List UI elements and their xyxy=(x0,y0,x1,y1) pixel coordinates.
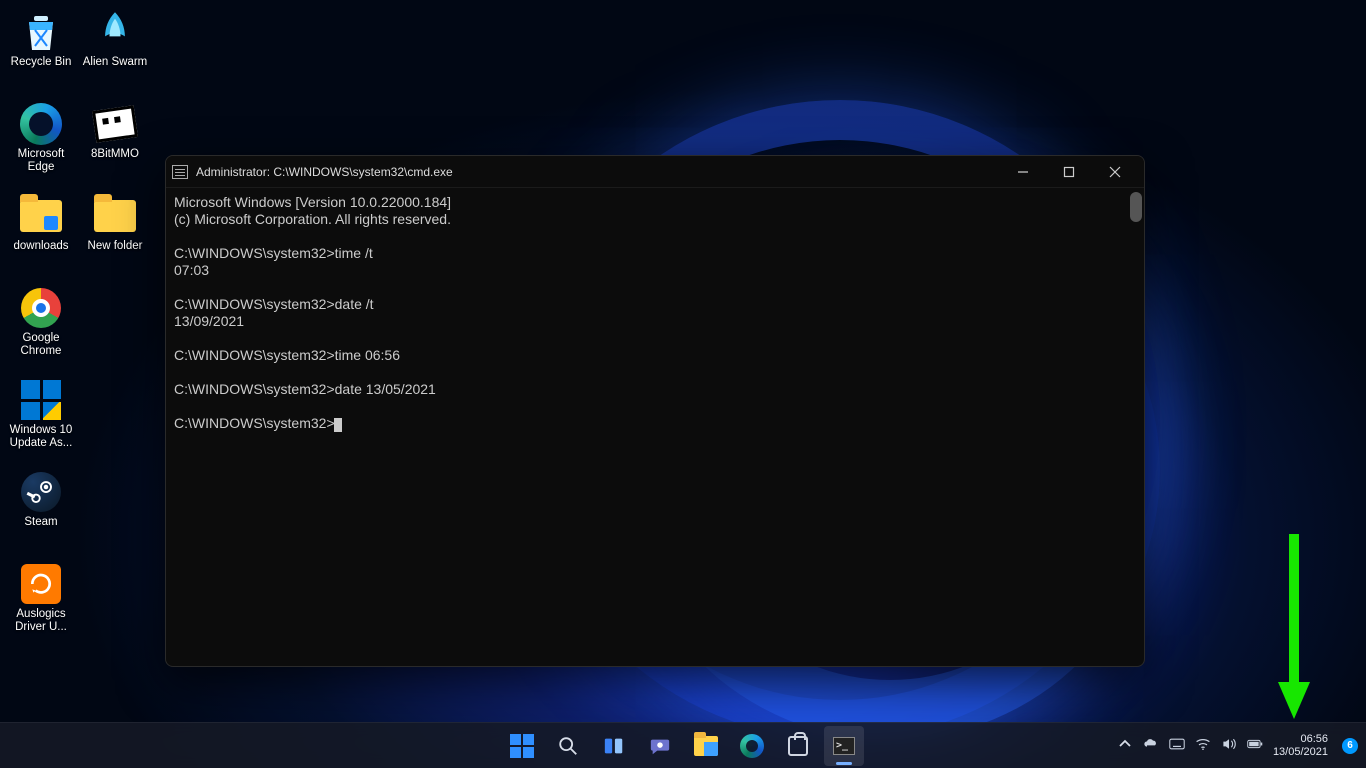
desktop-icon-windows-update-assistant[interactable]: Windows 10 Update As... xyxy=(4,372,78,464)
search-button[interactable] xyxy=(548,726,588,766)
tray-onedrive-button[interactable] xyxy=(1143,736,1159,755)
microsoft-store-button[interactable] xyxy=(778,726,818,766)
command-prompt-taskbar-button[interactable] xyxy=(824,726,864,766)
windows-logo-icon xyxy=(510,734,534,758)
desktop: Recycle Bin Microsoft Edge downloads Goo… xyxy=(0,0,156,652)
folder-icon xyxy=(93,194,137,238)
folder-icon xyxy=(19,194,63,238)
notification-badge[interactable]: 6 xyxy=(1342,738,1358,754)
file-explorer-icon xyxy=(694,736,718,756)
taskbar-right: 06:56 13/05/2021 6 xyxy=(1117,733,1358,759)
alien-swarm-icon xyxy=(93,10,137,54)
annotation-arrow xyxy=(1274,534,1314,724)
desktop-icon-label: Steam xyxy=(24,516,57,529)
desktop-icon-label: Recycle Bin xyxy=(11,56,72,69)
taskbar-center xyxy=(502,726,864,766)
desktop-icon-recycle-bin[interactable]: Recycle Bin xyxy=(4,4,78,96)
clock-date: 13/05/2021 xyxy=(1273,746,1328,759)
desktop-icon-steam[interactable]: Steam xyxy=(4,464,78,556)
command-prompt-window[interactable]: Administrator: C:\WINDOWS\system32\cmd.e… xyxy=(165,155,1145,667)
window-title: Administrator: C:\WINDOWS\system32\cmd.e… xyxy=(196,165,1000,179)
taskbar-clock[interactable]: 06:56 13/05/2021 xyxy=(1273,733,1332,759)
taskbar: 06:56 13/05/2021 6 xyxy=(0,722,1366,768)
chevron-up-icon xyxy=(1117,736,1133,752)
chrome-icon xyxy=(19,286,63,330)
tray-chevron-button[interactable] xyxy=(1117,736,1133,755)
battery-icon xyxy=(1247,736,1263,752)
8bitmmo-icon xyxy=(93,102,137,146)
file-explorer-button[interactable] xyxy=(686,726,726,766)
volume-icon xyxy=(1221,736,1237,752)
desktop-icon-downloads[interactable]: downloads xyxy=(4,188,78,280)
chat-icon xyxy=(649,735,671,757)
clock-time: 06:56 xyxy=(1300,733,1328,746)
maximize-button[interactable] xyxy=(1046,156,1092,188)
edge-button[interactable] xyxy=(732,726,772,766)
terminal-cursor xyxy=(334,418,342,432)
desktop-icon-new-folder[interactable]: New folder xyxy=(78,188,152,280)
desktop-icon-google-chrome[interactable]: Google Chrome xyxy=(4,280,78,372)
tray-keyboard-button[interactable] xyxy=(1169,736,1185,755)
cloud-icon xyxy=(1143,736,1159,752)
desktop-icon-label: Google Chrome xyxy=(6,332,76,358)
desktop-icon-auslogics[interactable]: Auslogics Driver U... xyxy=(4,556,78,648)
tray-volume-button[interactable] xyxy=(1221,736,1237,755)
system-tray xyxy=(1117,736,1263,755)
desktop-icon-alien-swarm[interactable]: Alien Swarm xyxy=(78,4,152,96)
desktop-icon-label: Alien Swarm xyxy=(83,56,148,69)
desktop-icon-label: Microsoft Edge xyxy=(6,148,76,174)
desktop-icon-label: Windows 10 Update As... xyxy=(6,424,76,450)
terminal-output[interactable]: Microsoft Windows [Version 10.0.22000.18… xyxy=(166,188,1144,666)
close-button[interactable] xyxy=(1092,156,1138,188)
search-icon xyxy=(557,735,579,757)
edge-icon xyxy=(19,102,63,146)
terminal-text: Microsoft Windows [Version 10.0.22000.18… xyxy=(174,194,451,431)
minimize-button[interactable] xyxy=(1000,156,1046,188)
auslogics-icon xyxy=(19,562,63,606)
start-button[interactable] xyxy=(502,726,542,766)
terminal-icon xyxy=(833,737,855,755)
tray-battery-button[interactable] xyxy=(1247,736,1263,755)
tray-wifi-button[interactable] xyxy=(1195,736,1211,755)
recycle-bin-icon xyxy=(19,10,63,54)
desktop-icon-label: Auslogics Driver U... xyxy=(6,608,76,634)
desktop-icon-label: 8BitMMO xyxy=(91,148,139,161)
edge-icon xyxy=(740,734,764,758)
title-bar[interactable]: Administrator: C:\WINDOWS\system32\cmd.e… xyxy=(166,156,1144,188)
cmd-app-icon xyxy=(172,165,188,179)
desktop-icon-8bitmmo[interactable]: 8BitMMO xyxy=(78,96,152,188)
windows-update-icon xyxy=(19,378,63,422)
desktop-icon-microsoft-edge[interactable]: Microsoft Edge xyxy=(4,96,78,188)
store-icon xyxy=(788,736,808,756)
chat-button[interactable] xyxy=(640,726,680,766)
wifi-icon xyxy=(1195,736,1211,752)
steam-icon xyxy=(19,470,63,514)
task-view-icon xyxy=(603,735,625,757)
desktop-icon-label: downloads xyxy=(14,240,69,253)
desktop-icon-label: New folder xyxy=(88,240,143,253)
scrollbar-thumb[interactable] xyxy=(1130,192,1142,222)
keyboard-icon xyxy=(1169,736,1185,752)
task-view-button[interactable] xyxy=(594,726,634,766)
